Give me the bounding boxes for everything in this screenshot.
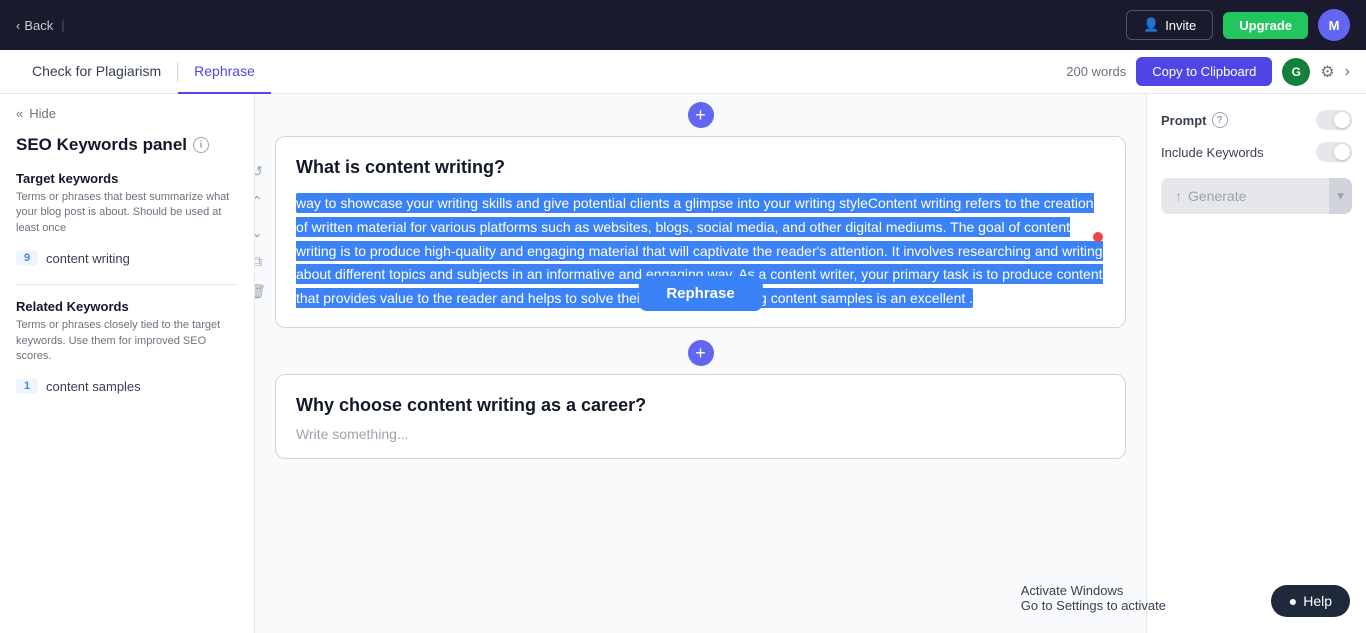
sidebar-title: SEO Keywords panel i [16, 135, 238, 155]
main-layout: « Hide SEO Keywords panel i Target keywo… [0, 94, 1366, 633]
invite-button[interactable]: 👤 Invite [1126, 10, 1213, 40]
target-keywords-label: Target keywords [16, 171, 238, 186]
related-keyword-item: 1 content samples [16, 374, 238, 398]
prompt-section: Prompt ? [1161, 110, 1352, 130]
related-keyword-text: content samples [46, 379, 141, 394]
generate-icon: ↑ [1175, 188, 1182, 204]
nav-divider: | [61, 18, 64, 33]
rephrase-popup: Rephrase [638, 276, 762, 311]
top-navigation: ‹ Back | 👤 Invite Upgrade M [0, 0, 1366, 50]
nav-right: 👤 Invite Upgrade M [1126, 9, 1350, 41]
include-toggle-knob [1334, 144, 1350, 160]
block-1-title: What is content writing? [296, 157, 1105, 178]
sidebar: « Hide SEO Keywords panel i Target keywo… [0, 94, 255, 633]
add-block-above: + [275, 94, 1126, 136]
help-button[interactable]: ● Help [1271, 585, 1350, 617]
nav-left: ‹ Back | [16, 18, 65, 33]
prompt-info-icon[interactable]: ? [1212, 112, 1228, 128]
word-count: 200 words [1066, 64, 1126, 79]
block-toolbar: ↺ ⌃ ⌃ ⧉ 🗑 [255, 160, 269, 304]
content-area: + ↺ ⌃ ⌃ ⧉ 🗑 What is content writing? way… [255, 94, 1146, 633]
secondary-navigation: Check for Plagiarism Rephrase 200 words … [0, 50, 1366, 94]
delete-icon[interactable]: 🗑 [255, 280, 269, 304]
content-block-1: What is content writing? way to showcase… [275, 136, 1126, 328]
filter-icon[interactable]: ⚙ [1320, 62, 1334, 82]
content-block-wrapper-1: ↺ ⌃ ⌃ ⧉ 🗑 What is content writing? way t… [275, 136, 1126, 328]
undo-icon[interactable]: ↺ [255, 160, 269, 184]
nav-tabs: Check for Plagiarism Rephrase [16, 50, 271, 94]
right-panel: Prompt ? Include Keywords ↑ Generate ▾ [1146, 94, 1366, 633]
section-divider [16, 284, 238, 285]
add-block-button[interactable]: + [688, 102, 714, 128]
block-2-title: Why choose content writing as a career? [296, 395, 1105, 416]
info-icon[interactable]: i [193, 137, 209, 153]
red-dot-indicator [1093, 232, 1103, 242]
generate-row: ↑ Generate ▾ [1161, 178, 1352, 214]
add-block-between: + [275, 332, 1126, 374]
related-keyword-count: 1 [16, 378, 38, 394]
target-keywords-desc: Terms or phrases that best summarize wha… [16, 190, 238, 236]
related-keywords-label: Related Keywords [16, 299, 238, 314]
upgrade-button[interactable]: Upgrade [1223, 12, 1308, 39]
chevron-left-icon: « [16, 106, 23, 121]
include-keywords-toggle[interactable] [1316, 142, 1352, 162]
target-keyword-item: 9 content writing [16, 246, 238, 270]
avatar[interactable]: M [1318, 9, 1350, 41]
prompt-toggle[interactable] [1316, 110, 1352, 130]
copy-icon[interactable]: ⧉ [255, 250, 269, 274]
generate-button[interactable]: ↑ Generate [1161, 178, 1329, 214]
keyword-text: content writing [46, 251, 130, 266]
back-button[interactable]: ‹ Back [16, 18, 53, 33]
sidebar-hide-button[interactable]: « Hide [16, 106, 238, 121]
generate-dropdown-button[interactable]: ▾ [1329, 178, 1352, 214]
copy-to-clipboard-button[interactable]: Copy to Clipboard [1136, 57, 1272, 86]
keyword-count: 9 [16, 250, 38, 266]
rephrase-button[interactable]: Rephrase [638, 276, 762, 311]
nav-actions: 200 words Copy to Clipboard G ⚙ › [1066, 57, 1350, 86]
write-placeholder[interactable]: Write something... [296, 426, 1105, 442]
include-keywords-row: Include Keywords [1161, 142, 1352, 162]
help-icon: ● [1289, 593, 1297, 609]
chevron-up-icon[interactable]: ⌃ [255, 190, 269, 214]
toggle-knob [1334, 112, 1350, 128]
chevron-right-icon[interactable]: › [1345, 63, 1350, 81]
add-block-between-button[interactable]: + [688, 340, 714, 366]
tab-plagiarism[interactable]: Check for Plagiarism [16, 50, 177, 94]
chevron-down-icon[interactable]: ⌃ [255, 220, 269, 244]
grammarly-icon[interactable]: G [1282, 58, 1310, 86]
content-block-2: Why choose content writing as a career? … [275, 374, 1126, 459]
user-icon: 👤 [1143, 17, 1159, 33]
tab-rephrase[interactable]: Rephrase [178, 50, 271, 94]
include-keywords-label: Include Keywords [1161, 145, 1264, 160]
related-keywords-desc: Terms or phrases closely tied to the tar… [16, 318, 238, 364]
